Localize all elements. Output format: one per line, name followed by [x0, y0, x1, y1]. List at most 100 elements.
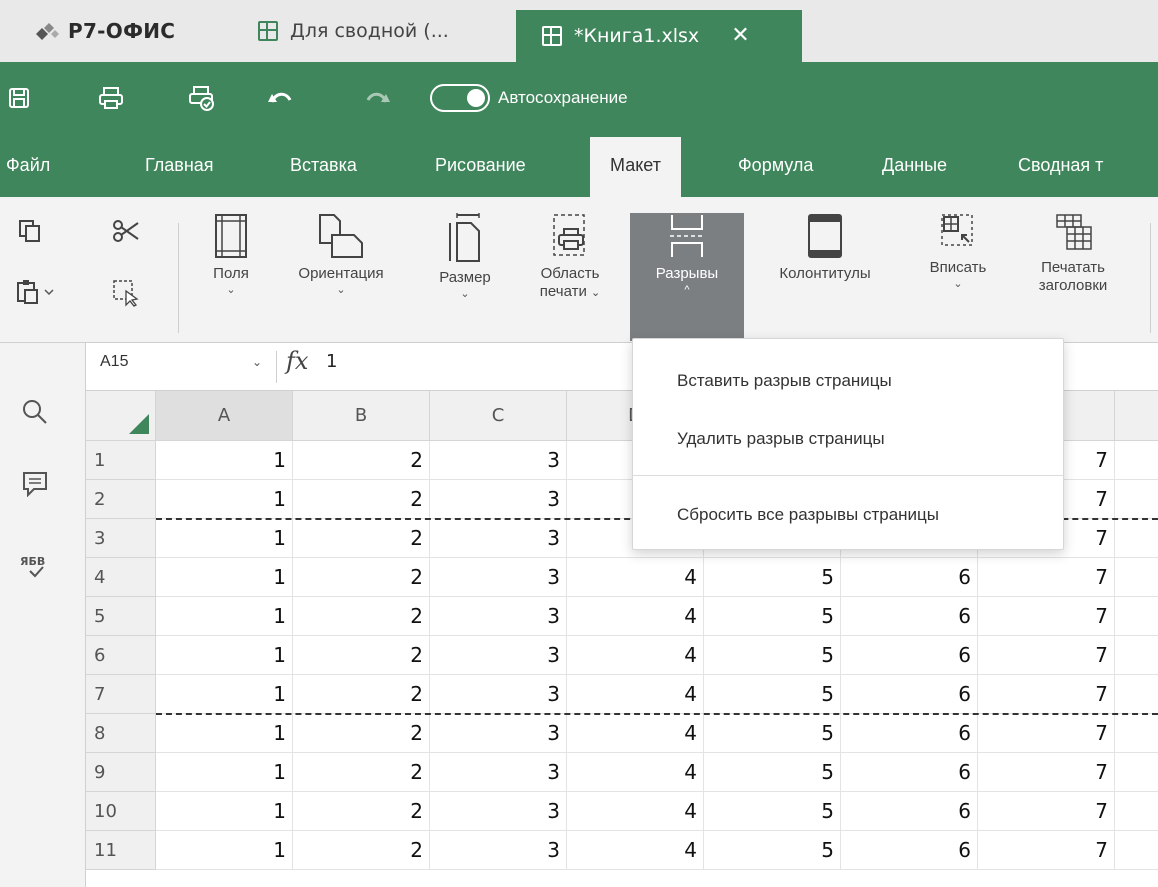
table-cell[interactable]: 1 — [156, 519, 293, 558]
table-cell[interactable]: 4 — [567, 558, 704, 597]
tab-file[interactable]: Файл — [6, 133, 50, 197]
table-cell[interactable]: 3 — [430, 519, 567, 558]
table-cell[interactable]: 4 — [567, 792, 704, 831]
table-cell[interactable]: 2 — [293, 480, 430, 519]
table-cell[interactable]: 5 — [704, 636, 841, 675]
table-cell[interactable]: 1 — [156, 675, 293, 714]
comments-button[interactable] — [22, 471, 48, 502]
table-cell[interactable]: 6 — [841, 597, 978, 636]
table-cell[interactable]: 7 — [978, 753, 1115, 792]
table-cell[interactable]: 6 — [841, 558, 978, 597]
table-cell[interactable]: 3 — [430, 558, 567, 597]
breaks-button[interactable]: Разрывы ^ — [630, 213, 744, 341]
table-cell[interactable]: 5 — [704, 831, 841, 870]
table-cell[interactable]: 6 — [841, 636, 978, 675]
table-cell[interactable]: 6 — [841, 792, 978, 831]
table-cell[interactable]: 3 — [430, 480, 567, 519]
select-all-corner[interactable] — [86, 391, 156, 441]
row-header[interactable]: 5 — [86, 597, 156, 636]
table-cell[interactable] — [1115, 558, 1158, 597]
table-cell[interactable] — [1115, 753, 1158, 792]
table-cell[interactable] — [1115, 597, 1158, 636]
column-header-b[interactable]: B — [293, 391, 430, 441]
table-cell[interactable]: 1 — [156, 558, 293, 597]
insert-page-break-item[interactable]: Вставить разрыв страницы — [633, 353, 1063, 409]
column-header-h[interactable]: H — [1115, 391, 1158, 441]
tab-home[interactable]: Главная — [145, 133, 214, 197]
spellcheck-button[interactable]: ЯБВ — [20, 553, 50, 586]
table-cell[interactable]: 2 — [293, 519, 430, 558]
row-header[interactable]: 10 — [86, 792, 156, 831]
table-cell[interactable]: 6 — [841, 753, 978, 792]
quick-print-button[interactable] — [188, 62, 216, 133]
formula-input[interactable]: 1 — [326, 351, 337, 372]
table-cell[interactable]: 2 — [293, 714, 430, 753]
print-titles-button[interactable]: Печатать заголовки — [1018, 213, 1128, 341]
table-cell[interactable]: 7 — [978, 792, 1115, 831]
table-cell[interactable]: 2 — [293, 441, 430, 480]
table-cell[interactable]: 1 — [156, 597, 293, 636]
table-cell[interactable]: 4 — [567, 636, 704, 675]
table-cell[interactable]: 6 — [841, 714, 978, 753]
row-header[interactable]: 11 — [86, 831, 156, 870]
table-cell[interactable] — [1115, 831, 1158, 870]
table-cell[interactable]: 1 — [156, 636, 293, 675]
table-cell[interactable]: 3 — [430, 831, 567, 870]
table-cell[interactable] — [1115, 636, 1158, 675]
column-header-a[interactable]: A — [156, 391, 293, 441]
table-cell[interactable]: 4 — [567, 753, 704, 792]
orientation-button[interactable]: Ориентация ⌄ — [270, 213, 412, 341]
table-cell[interactable]: 7 — [978, 636, 1115, 675]
undo-button[interactable] — [268, 62, 294, 133]
tab-insert[interactable]: Вставка — [290, 133, 357, 197]
table-cell[interactable]: 1 — [156, 753, 293, 792]
table-cell[interactable] — [1115, 480, 1158, 519]
table-cell[interactable]: 2 — [293, 636, 430, 675]
row-header[interactable]: 8 — [86, 714, 156, 753]
row-header[interactable]: 4 — [86, 558, 156, 597]
table-cell[interactable] — [1115, 792, 1158, 831]
table-cell[interactable] — [1115, 441, 1158, 480]
table-cell[interactable]: 3 — [430, 753, 567, 792]
tab-data[interactable]: Данные — [882, 133, 947, 197]
table-cell[interactable]: 2 — [293, 597, 430, 636]
row-header[interactable]: 9 — [86, 753, 156, 792]
print-area-button[interactable]: Область печати ⌄ — [516, 213, 624, 341]
save-button[interactable] — [8, 62, 30, 133]
name-box[interactable]: A15 — [100, 353, 128, 371]
table-cell[interactable]: 1 — [156, 480, 293, 519]
size-button[interactable]: Размер ⌄ — [420, 213, 510, 341]
table-cell[interactable]: 5 — [704, 792, 841, 831]
table-cell[interactable]: 6 — [841, 675, 978, 714]
table-cell[interactable] — [1115, 675, 1158, 714]
row-header[interactable]: 6 — [86, 636, 156, 675]
table-cell[interactable]: 2 — [293, 831, 430, 870]
table-cell[interactable]: 3 — [430, 597, 567, 636]
table-cell[interactable]: 2 — [293, 792, 430, 831]
table-cell[interactable] — [1115, 714, 1158, 753]
table-cell[interactable]: 5 — [704, 597, 841, 636]
document-tab-book1[interactable]: *Книга1.xlsx ✕ — [516, 10, 802, 62]
table-cell[interactable]: 2 — [293, 558, 430, 597]
table-cell[interactable]: 5 — [704, 753, 841, 792]
function-icon[interactable]: fx — [286, 347, 308, 375]
remove-page-break-item[interactable]: Удалить разрыв страницы — [633, 411, 1063, 467]
table-cell[interactable]: 2 — [293, 675, 430, 714]
table-cell[interactable]: 1 — [156, 714, 293, 753]
margins-button[interactable]: Поля ⌄ — [196, 213, 266, 341]
column-header-c[interactable]: C — [430, 391, 567, 441]
tab-draw[interactable]: Рисование — [435, 133, 526, 197]
table-cell[interactable]: 4 — [567, 714, 704, 753]
redo-button[interactable] — [364, 62, 390, 133]
table-cell[interactable] — [1115, 519, 1158, 558]
table-cell[interactable]: 5 — [704, 714, 841, 753]
document-tab-pivot[interactable]: Для сводной (... — [244, 0, 516, 62]
autosave-toggle[interactable]: Автосохранение — [430, 62, 628, 133]
table-cell[interactable]: 4 — [567, 675, 704, 714]
select-all-button[interactable] — [112, 279, 140, 312]
table-cell[interactable]: 2 — [293, 753, 430, 792]
row-header[interactable]: 7 — [86, 675, 156, 714]
table-cell[interactable]: 6 — [841, 831, 978, 870]
table-cell[interactable]: 1 — [156, 441, 293, 480]
paste-button[interactable] — [16, 279, 56, 310]
